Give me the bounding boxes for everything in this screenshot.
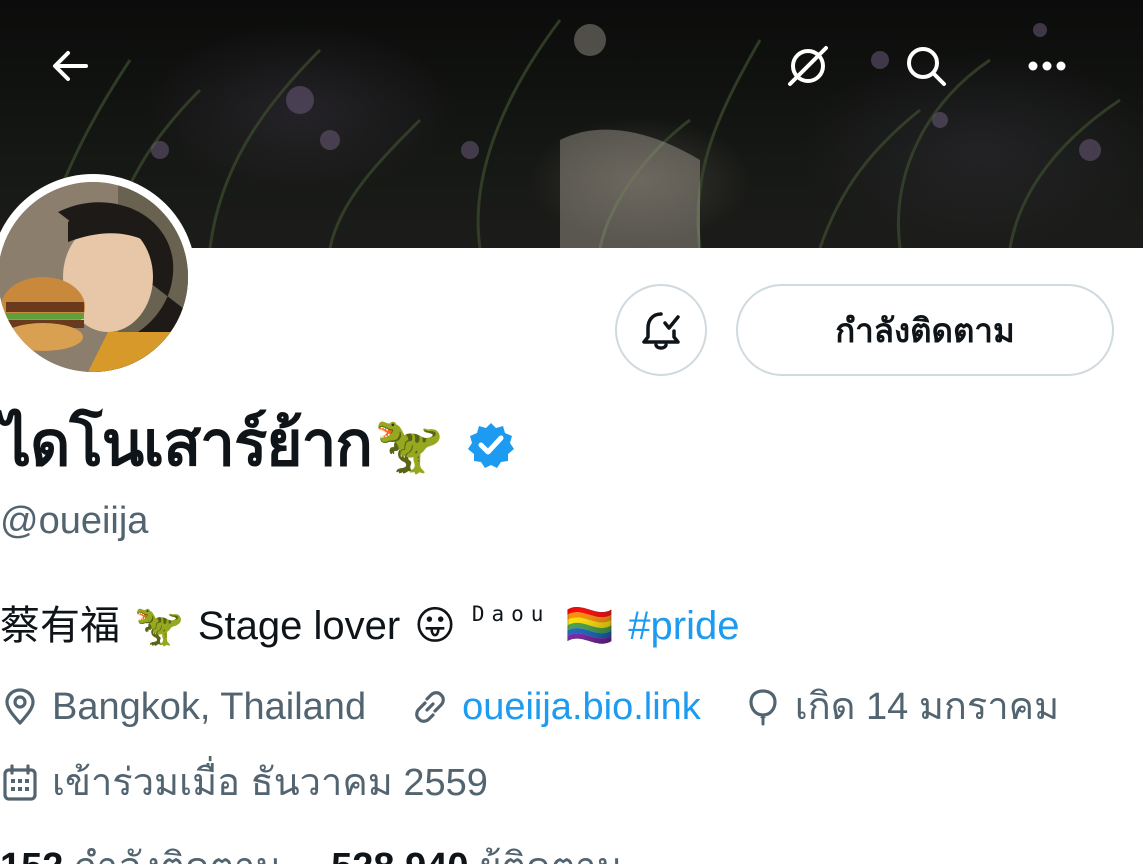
joined-item: เข้าร่วมเมื่อ ธันวาคม 2559	[0, 758, 488, 808]
link-icon	[415, 691, 445, 723]
name-emoji: 🦖	[373, 413, 444, 476]
more-horizontal-icon	[1028, 61, 1066, 71]
bio-chinese-text: 蔡有福	[0, 604, 120, 648]
website-link[interactable]: oueiija.bio.link	[462, 682, 701, 732]
bio-face-emoji: 😛	[414, 604, 456, 648]
following-stat-label: กำลังติดตาม	[74, 846, 281, 864]
arrow-left-icon	[53, 51, 88, 81]
bio-hashtag-link[interactable]: #pride	[628, 598, 739, 654]
birthday-text: เกิด 14 มกราคม	[794, 686, 1060, 728]
following-stat[interactable]: 152 กำลังติดตาม	[0, 846, 291, 864]
search-icon	[907, 47, 946, 86]
notifications-button[interactable]	[615, 284, 707, 376]
followers-count: 528,940	[331, 846, 468, 864]
birthday-item: เกิด 14 มกราคม	[743, 682, 1059, 732]
search-button[interactable]	[894, 34, 958, 98]
followers-stat-label: ผู้ติดตาม	[479, 846, 622, 864]
followers-stat[interactable]: 528,940 ผู้ติดตาม	[331, 846, 622, 864]
verified-badge[interactable]	[466, 420, 516, 470]
bell-check-icon	[642, 312, 680, 350]
verified-icon	[467, 423, 514, 468]
website-item[interactable]: oueiija.bio.link	[410, 682, 701, 732]
following-button[interactable]: กำลังติดตาม	[736, 284, 1114, 376]
bio-stage-text: Stage lover	[197, 604, 401, 648]
location-pin-icon	[5, 688, 35, 725]
display-name: ไดโนเสาร์ย้าก	[0, 410, 373, 479]
bio-rainbow-flag-emoji: 🏳️‍🌈	[564, 604, 615, 648]
following-count: 152	[0, 846, 63, 864]
bio-small-text: Daou	[471, 602, 551, 626]
location-text: Bangkok, Thailand	[52, 686, 367, 728]
balloon-icon	[749, 689, 777, 726]
profile-name-row: ไดโนเสาร์ย้าก 🦖	[0, 402, 516, 488]
more-button[interactable]	[1015, 34, 1079, 98]
back-button[interactable]	[38, 34, 102, 98]
profile-bio: 蔡有福 🦖 Stage lover 😛 Daou 🏳️‍🌈 #pride	[0, 598, 739, 654]
avatar-image	[0, 182, 188, 372]
grok-button[interactable]	[776, 34, 840, 98]
profile-avatar[interactable]	[0, 174, 196, 380]
profile-stats-row: 152 กำลังติดตาม 528,940 ผู้ติดตาม	[0, 842, 622, 864]
following-button-label: กำลังติดตาม	[835, 311, 1015, 349]
calendar-icon	[3, 764, 37, 801]
grok-icon	[788, 46, 828, 86]
location-item: Bangkok, Thailand	[0, 682, 366, 732]
profile-handle: @oueiija	[0, 500, 149, 542]
profile-page: กำลังติดตาม ไดโนเสาร์ย้าก 🦖 @oueiija 蔡有福…	[0, 0, 1143, 864]
joined-text: เข้าร่วมเมื่อ ธันวาคม 2559	[52, 762, 488, 804]
profile-meta-row: Bangkok, Thailand oueiija.bio.link เกิด …	[0, 682, 1059, 732]
profile-joined-row: เข้าร่วมเมื่อ ธันวาคม 2559	[0, 758, 488, 808]
bio-dino-emoji: 🦖	[134, 604, 184, 648]
